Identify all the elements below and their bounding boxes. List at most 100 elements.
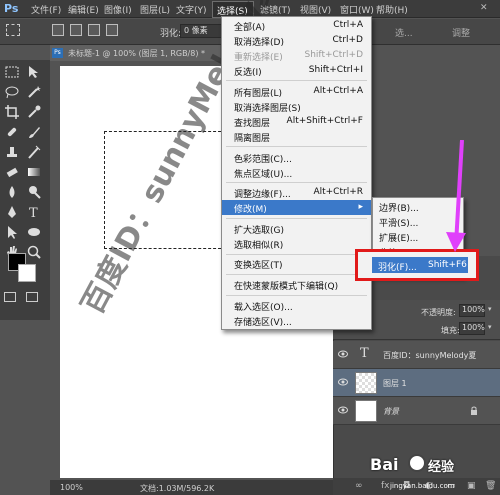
menu-divider [226, 146, 367, 147]
menu-item-quick-mask[interactable]: 在快速蒙版模式下编辑(Q) [222, 277, 371, 292]
status-bar: 100% 文档:1.03M/596.2K [50, 480, 335, 495]
lock-icon [471, 406, 477, 415]
zoom-level[interactable]: 100% [60, 483, 83, 492]
menu-divider [226, 80, 367, 81]
menu-item-color-range[interactable]: 色彩范围(C)... [222, 150, 371, 165]
type-tool-icon[interactable]: T [26, 204, 42, 221]
menu-divider [226, 218, 367, 219]
menu-item-isolate-layers[interactable]: 隔离图层 [222, 129, 371, 144]
menu-item-focus-area[interactable]: 焦点区域(U)... [222, 165, 371, 180]
menu-item-load-selection[interactable]: 载入选区(O)... [222, 298, 371, 313]
zoom-tool-icon[interactable] [26, 244, 42, 260]
jingyan-brand: 经验 [428, 460, 455, 475]
path-select-icon[interactable] [4, 224, 20, 240]
blur-tool-icon[interactable] [4, 184, 20, 200]
ellipse-tool-icon[interactable] [26, 224, 42, 240]
menu-file[interactable]: 文件(F) [31, 3, 61, 16]
menu-item-transform-selection[interactable]: 变换选区(T) [222, 256, 371, 271]
visibility-eye-icon[interactable] [338, 378, 348, 386]
visibility-eye-icon[interactable] [338, 406, 348, 414]
tools-panel: T [0, 60, 50, 320]
document-tab[interactable]: 未标题-1 @ 100% (图层 1, RGB/8) * [50, 45, 220, 61]
crop-tool-icon[interactable] [4, 104, 20, 120]
menu-view[interactable]: 视图(V) [300, 3, 331, 16]
menu-item-save-selection[interactable]: 存储选区(V)... [222, 313, 371, 328]
menu-item-deselect[interactable]: 取消选择(D) Ctrl+D [222, 33, 371, 48]
menu-image[interactable]: 图像(I) [104, 3, 132, 16]
menu-item-all-layers[interactable]: 所有图层(L) Alt+Ctrl+A [222, 84, 371, 99]
pen-tool-icon[interactable] [4, 204, 20, 220]
add-selection-icon[interactable] [70, 24, 82, 36]
quick-mask-icon[interactable] [4, 292, 16, 302]
document-tab-title: 未标题-1 @ 100% (图层 1, RGB/8) * [68, 49, 206, 58]
opacity-dropdown-icon[interactable]: ▾ [488, 305, 492, 313]
baidu-brand: Bai [370, 455, 399, 474]
gradient-icon[interactable] [26, 164, 42, 180]
menu-divider [226, 182, 367, 183]
move-tool-icon[interactable] [26, 64, 42, 80]
layer-thumbnail [355, 372, 377, 394]
eyedropper-icon[interactable] [26, 104, 42, 120]
fx-icon[interactable]: fx [381, 481, 390, 491]
menu-divider [226, 295, 367, 296]
feather-label: 羽化: [160, 29, 182, 39]
brush-tool-icon[interactable] [26, 124, 42, 140]
dodge-tool-icon[interactable] [26, 184, 42, 200]
opacity-input[interactable]: 100% [459, 304, 485, 317]
annotation-arrow-icon [446, 140, 466, 252]
menu-item-reselect[interactable]: 重新选择(E) Shift+Ctrl+D [222, 48, 371, 63]
options-right-label: 选... [395, 29, 413, 39]
layer-row-layer1[interactable]: 图层 1 [333, 369, 500, 397]
layer-name: 图层 1 [383, 379, 407, 388]
marquee-tool-icon[interactable] [4, 64, 20, 80]
new-layer-icon[interactable]: ▣ [467, 481, 476, 491]
menu-item-find-layers[interactable]: 查找图层 Alt+Shift+Ctrl+F [222, 114, 371, 129]
menu-divider [226, 274, 367, 275]
menu-window[interactable]: 窗口(W) [340, 3, 374, 16]
healing-brush-icon[interactable] [4, 124, 20, 140]
paw-icon [408, 454, 426, 472]
clone-stamp-icon[interactable] [4, 144, 20, 160]
baidu-jingyan-logo: Bai 经验 [370, 454, 460, 475]
background-color-swatch[interactable] [18, 264, 36, 282]
magic-wand-icon[interactable] [26, 84, 42, 100]
intersect-selection-icon[interactable] [106, 24, 118, 36]
menu-item-select-all[interactable]: 全部(A) Ctrl+A [222, 18, 371, 33]
submenu-arrow-icon: ▸ [358, 202, 363, 212]
fill-label: 填充: [441, 326, 460, 335]
document-info: 文档:1.03M/596.2K [140, 484, 215, 493]
menu-item-inverse[interactable]: 反选(I) Shift+Ctrl+I [222, 63, 371, 78]
photoshop-logo: Ps [4, 2, 19, 15]
subtract-selection-icon[interactable] [88, 24, 100, 36]
layer-row-text[interactable]: T 百度ID：sunnyMelody夏 [333, 341, 500, 369]
screen-mode-icon[interactable] [26, 292, 38, 302]
lasso-tool-icon[interactable] [4, 84, 20, 100]
ps-file-icon: Ps [52, 48, 63, 58]
menu-type[interactable]: 文字(Y) [176, 3, 207, 16]
link-layers-icon[interactable]: ∞ [355, 481, 363, 491]
options-adjust-label: 调整 [452, 29, 471, 39]
menu-item-deselect-layers[interactable]: 取消选择图层(S) [222, 99, 371, 114]
eraser-icon[interactable] [4, 164, 20, 180]
rect-marquee-icon[interactable] [6, 24, 20, 36]
history-brush-icon[interactable] [26, 144, 42, 160]
menu-item-refine-edge[interactable]: 调整边缘(F)... Alt+Ctrl+R [222, 185, 371, 200]
close-icon[interactable]: ✕ [480, 3, 488, 13]
new-selection-icon[interactable] [52, 24, 64, 36]
menu-layer[interactable]: 图层(L) [140, 3, 170, 16]
layer-row-background[interactable]: 背景 [333, 397, 500, 425]
menu-help[interactable]: 帮助(H) [376, 3, 408, 16]
text-layer-icon: T [360, 346, 369, 361]
opacity-label: 不透明度: [421, 308, 456, 317]
trash-icon[interactable]: 🗑 [485, 481, 496, 491]
fill-input[interactable]: 100% [459, 322, 485, 335]
menu-item-grow[interactable]: 扩大选取(G) [222, 221, 371, 236]
visibility-eye-icon[interactable] [338, 350, 348, 358]
layer-name: 背景 [383, 407, 399, 416]
layer-thumbnail [355, 400, 377, 422]
fill-dropdown-icon[interactable]: ▾ [488, 323, 492, 331]
menu-item-similar[interactable]: 选取相似(R) [222, 236, 371, 251]
menu-edit[interactable]: 编辑(E) [68, 3, 99, 16]
svg-text:T: T [29, 206, 38, 220]
menu-item-modify[interactable]: 修改(M) ▸ [222, 200, 371, 215]
